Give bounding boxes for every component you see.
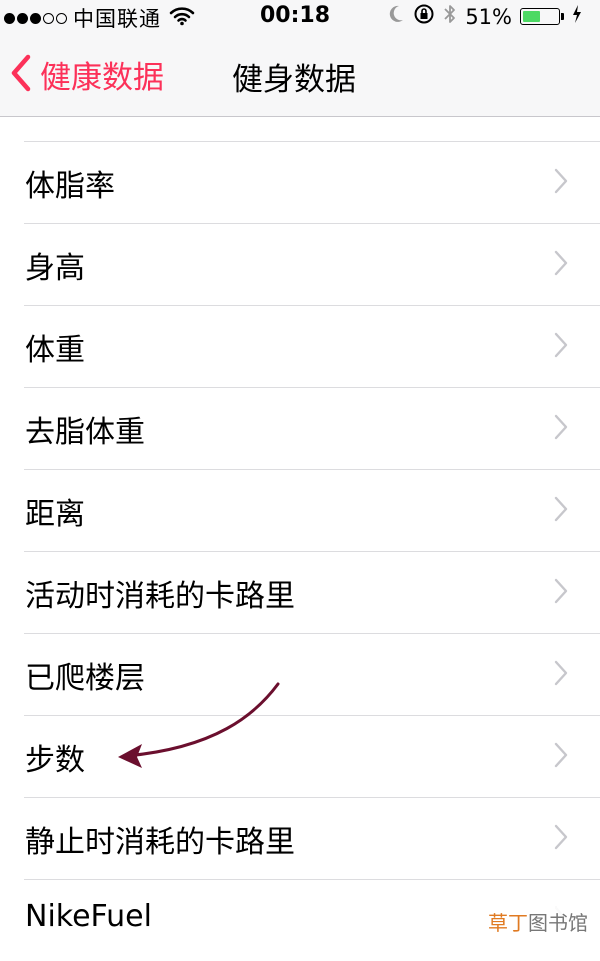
moon-icon	[387, 4, 405, 29]
back-button-label: 健康数据	[40, 60, 164, 96]
list-item-label: 静止时消耗的卡路里	[25, 825, 295, 860]
list-item-label: NikeFuel	[25, 899, 152, 934]
list-item-flights-climbed[interactable]: 已爬楼层	[24, 633, 600, 715]
watermark-part2: 图书馆	[528, 911, 588, 935]
list-item-label: 身高	[25, 251, 85, 286]
fitness-data-list: 体脂率 身高 体重 去脂体重 距离 活动时消耗的卡路里 已爬楼层 步数 静止时消…	[0, 117, 600, 961]
chevron-right-icon	[554, 578, 568, 608]
chevron-right-icon	[554, 168, 568, 198]
chevron-right-icon	[554, 824, 568, 854]
list-item-steps[interactable]: 步数	[24, 715, 600, 797]
list-item-lean-body-mass[interactable]: 去脂体重	[24, 387, 600, 469]
list-item-distance[interactable]: 距离	[24, 469, 600, 551]
list-item-height[interactable]: 身高	[24, 223, 600, 305]
chevron-right-icon	[554, 414, 568, 444]
list-item-resting-calories[interactable]: 静止时消耗的卡路里	[24, 797, 600, 879]
list-item-label: 体脂率	[25, 169, 115, 204]
bluetooth-icon	[443, 3, 457, 30]
status-bar: 中国联通 00:18 51%	[0, 0, 600, 34]
watermark: 草丁图书馆	[486, 907, 590, 936]
status-right: 51%	[387, 3, 582, 30]
battery-icon	[520, 8, 564, 25]
list-item-active-calories[interactable]: 活动时消耗的卡路里	[24, 551, 600, 633]
list-item-label: 活动时消耗的卡路里	[25, 579, 295, 614]
list-item-label: 步数	[25, 743, 85, 778]
chevron-left-icon	[10, 54, 32, 96]
rotation-lock-icon	[413, 3, 435, 30]
list-item-label: 距离	[25, 497, 85, 532]
charging-icon	[572, 4, 582, 29]
back-button[interactable]: 健康数据	[10, 52, 164, 97]
list-item-label: 已爬楼层	[25, 661, 145, 696]
chevron-right-icon	[554, 250, 568, 280]
navigation-bar: 健康数据 健身数据	[0, 34, 600, 117]
battery-percent: 51%	[465, 4, 512, 29]
list-item-body-fat[interactable]: 体脂率	[24, 141, 600, 223]
list-item-label: 去脂体重	[25, 415, 145, 450]
watermark-part1: 草丁	[488, 911, 528, 935]
chevron-right-icon	[554, 496, 568, 526]
chevron-right-icon	[554, 660, 568, 690]
list-item-weight[interactable]: 体重	[24, 305, 600, 387]
list-top-spacer	[0, 117, 600, 141]
chevron-right-icon	[554, 742, 568, 772]
list-item-label: 体重	[25, 333, 85, 368]
page-title: 健身数据	[232, 62, 356, 98]
chevron-right-icon	[554, 332, 568, 362]
